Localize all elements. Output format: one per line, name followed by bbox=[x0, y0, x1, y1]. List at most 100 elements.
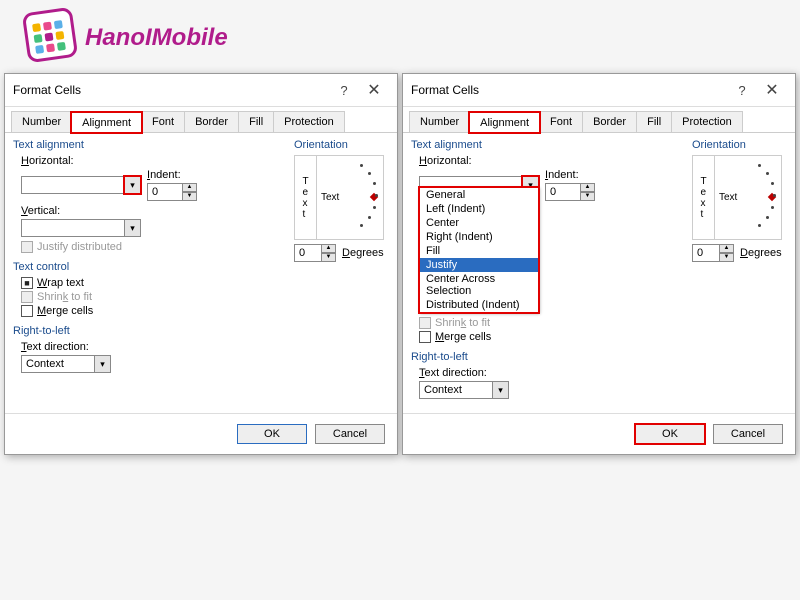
indent-spinner[interactable] bbox=[545, 183, 580, 201]
label-justify-distributed: Justify distributed bbox=[37, 241, 122, 253]
label-vertical: Vertical: bbox=[21, 205, 286, 217]
section-rtl: Right-to-left bbox=[13, 325, 286, 337]
tab-font[interactable]: Font bbox=[539, 111, 583, 132]
titlebar: Format Cells ? ✕ bbox=[5, 74, 397, 107]
horizontal-combo-button[interactable]: ▾ bbox=[124, 176, 141, 194]
label-merge: Merge cells bbox=[37, 305, 93, 317]
text-direction-button[interactable]: ▾ bbox=[94, 355, 111, 373]
vertical-text-icon: Text bbox=[295, 156, 317, 239]
ok-button[interactable]: OK bbox=[237, 424, 307, 444]
label-text-direction: Text direction: bbox=[21, 341, 286, 353]
section-orientation: Orientation bbox=[692, 139, 787, 151]
dd-item-fill[interactable]: Fill bbox=[420, 244, 538, 258]
format-cells-dialog-right: Format Cells ? ✕ Number Alignment Font B… bbox=[402, 73, 796, 455]
label-horizontal: Horizontal: bbox=[419, 155, 684, 167]
section-text-alignment: Text alignment bbox=[13, 139, 286, 151]
tab-protection[interactable]: Protection bbox=[273, 111, 345, 132]
dd-item-left[interactable]: Left (Indent) bbox=[420, 202, 538, 216]
tab-number[interactable]: Number bbox=[11, 111, 72, 132]
horizontal-combo[interactable] bbox=[21, 176, 124, 194]
tab-protection[interactable]: Protection bbox=[671, 111, 743, 132]
dd-item-general[interactable]: General bbox=[420, 188, 538, 202]
degrees-spinner[interactable] bbox=[294, 244, 321, 262]
chevron-down-icon: ▾ bbox=[100, 359, 105, 370]
tab-border[interactable]: Border bbox=[184, 111, 239, 132]
vertical-combo-button[interactable]: ▾ bbox=[124, 219, 141, 237]
indent-down[interactable]: ▼ bbox=[580, 192, 595, 201]
indent-up[interactable]: ▲ bbox=[182, 183, 197, 192]
chevron-down-icon: ▾ bbox=[498, 385, 503, 396]
section-text-alignment: Text alignment bbox=[411, 139, 684, 151]
merge-checkbox[interactable] bbox=[419, 331, 431, 343]
logo-icon bbox=[20, 10, 75, 65]
chevron-down-icon: ▾ bbox=[130, 180, 135, 191]
text-direction-button[interactable]: ▾ bbox=[492, 381, 509, 399]
orientation-control[interactable]: Text Text bbox=[294, 155, 384, 240]
degrees-spinner[interactable] bbox=[692, 244, 719, 262]
label-shrink: Shrink to fit bbox=[435, 317, 490, 329]
section-orientation: Orientation bbox=[294, 139, 389, 151]
titlebar: Format Cells ? ✕ bbox=[403, 74, 795, 107]
label-indent: Indent: bbox=[545, 169, 595, 181]
orientation-dial[interactable]: Text bbox=[317, 156, 383, 239]
tab-alignment[interactable]: Alignment bbox=[469, 112, 540, 133]
vertical-combo[interactable] bbox=[21, 219, 124, 237]
dd-item-distributed[interactable]: Distributed (Indent) bbox=[420, 298, 538, 312]
dd-item-justify[interactable]: Justify bbox=[420, 258, 538, 272]
tab-fill[interactable]: Fill bbox=[238, 111, 274, 132]
help-button[interactable]: ? bbox=[329, 83, 359, 98]
orientation-text-label: Text bbox=[321, 192, 339, 203]
label-wrap-text: Wrap text bbox=[37, 277, 84, 289]
dd-item-center-across[interactable]: Center Across Selection bbox=[420, 272, 538, 298]
orientation-control[interactable]: Text Text bbox=[692, 155, 782, 240]
dialog-title: Format Cells bbox=[411, 83, 727, 97]
section-text-control: Text control bbox=[13, 261, 286, 273]
indent-down[interactable]: ▼ bbox=[182, 192, 197, 201]
vertical-text-icon: Text bbox=[693, 156, 715, 239]
degrees-down[interactable]: ▼ bbox=[719, 253, 734, 262]
chevron-down-icon: ▾ bbox=[130, 223, 135, 234]
dialog-pair: Format Cells ? ✕ Number Alignment Font B… bbox=[0, 65, 800, 455]
justify-distributed-checkbox bbox=[21, 241, 33, 253]
orientation-dial[interactable]: Text bbox=[715, 156, 781, 239]
label-degrees: Degrees bbox=[342, 247, 384, 259]
tab-font[interactable]: Font bbox=[141, 111, 185, 132]
section-rtl: Right-to-left bbox=[411, 351, 684, 363]
cancel-button[interactable]: Cancel bbox=[713, 424, 783, 444]
tab-border[interactable]: Border bbox=[582, 111, 637, 132]
brand-text: HanoIMobile bbox=[85, 24, 228, 52]
label-merge: Merge cells bbox=[435, 331, 491, 343]
horizontal-dropdown-list[interactable]: General Left (Indent) Center Right (Inde… bbox=[419, 187, 539, 313]
dd-item-right[interactable]: Right (Indent) bbox=[420, 230, 538, 244]
degrees-up[interactable]: ▲ bbox=[719, 244, 734, 253]
indent-up[interactable]: ▲ bbox=[580, 183, 595, 192]
tab-strip: Number Alignment Font Border Fill Protec… bbox=[5, 107, 397, 133]
label-horizontal: Horizontal: bbox=[21, 155, 286, 167]
format-cells-dialog-left: Format Cells ? ✕ Number Alignment Font B… bbox=[4, 73, 398, 455]
tab-strip: Number Alignment Font Border Fill Protec… bbox=[403, 107, 795, 133]
close-button[interactable]: ✕ bbox=[359, 80, 389, 100]
shrink-checkbox bbox=[419, 317, 431, 329]
text-direction-combo[interactable] bbox=[419, 381, 492, 399]
degrees-down[interactable]: ▼ bbox=[321, 253, 336, 262]
orientation-text-label: Text bbox=[719, 192, 737, 203]
dd-item-center[interactable]: Center bbox=[420, 216, 538, 230]
indent-spinner[interactable] bbox=[147, 183, 182, 201]
ok-button[interactable]: OK bbox=[635, 424, 705, 444]
label-degrees: Degrees bbox=[740, 247, 782, 259]
dialog-title: Format Cells bbox=[13, 83, 329, 97]
cancel-button[interactable]: Cancel bbox=[315, 424, 385, 444]
tab-alignment[interactable]: Alignment bbox=[71, 112, 142, 133]
merge-checkbox[interactable] bbox=[21, 305, 33, 317]
label-indent: Indent: bbox=[147, 169, 197, 181]
tab-fill[interactable]: Fill bbox=[636, 111, 672, 132]
text-direction-combo[interactable] bbox=[21, 355, 94, 373]
close-button[interactable]: ✕ bbox=[757, 80, 787, 100]
logo-area: HanoIMobile bbox=[0, 0, 800, 65]
degrees-up[interactable]: ▲ bbox=[321, 244, 336, 253]
wrap-text-checkbox[interactable] bbox=[21, 277, 33, 289]
shrink-checkbox bbox=[21, 291, 33, 303]
help-button[interactable]: ? bbox=[727, 83, 757, 98]
label-text-direction: Text direction: bbox=[419, 367, 684, 379]
tab-number[interactable]: Number bbox=[409, 111, 470, 132]
